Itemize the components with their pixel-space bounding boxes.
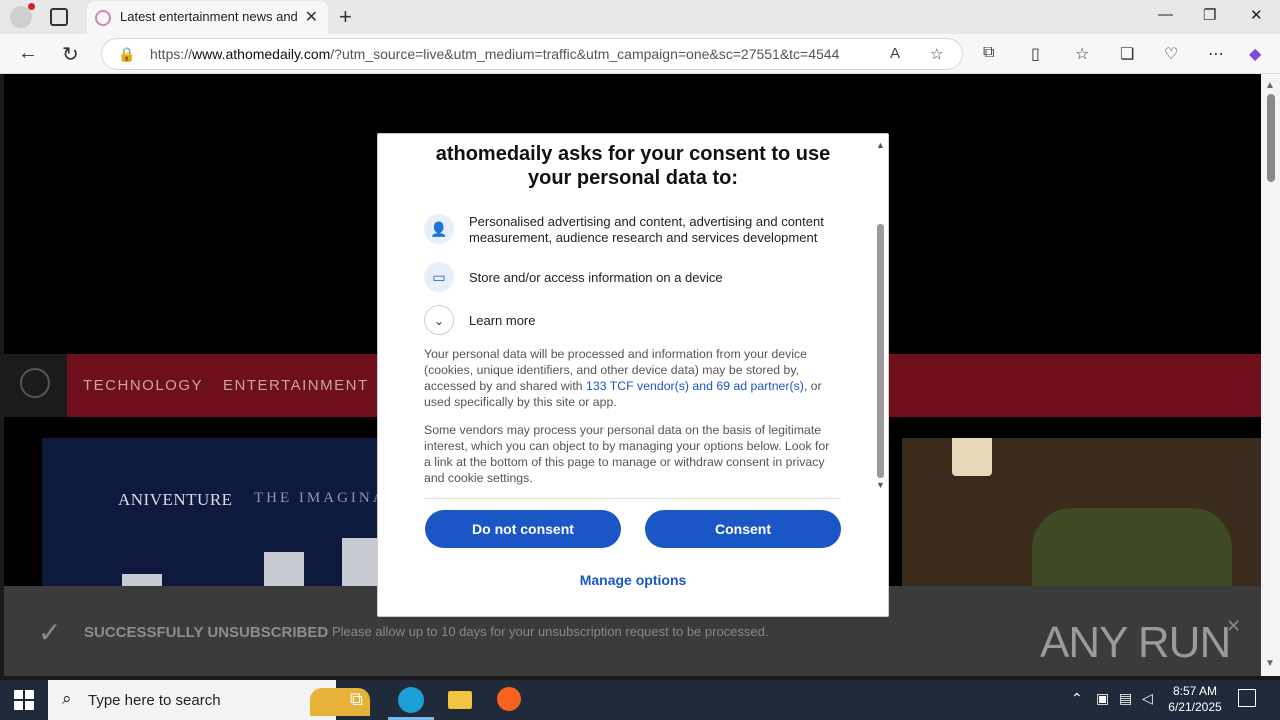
volume-icon[interactable]: ◁ (1142, 690, 1153, 707)
unsubscribe-title: SUCCESSFULLY UNSUBSCRIBED (84, 624, 329, 641)
file-explorer-icon[interactable] (448, 691, 472, 709)
split-screen-icon[interactable]: ▯ (1031, 44, 1040, 64)
dialog-scroll-thumb[interactable] (877, 224, 884, 478)
clock-date: 6/21/2025 (1168, 700, 1222, 714)
learn-more-label[interactable]: Learn more (469, 313, 839, 329)
vendors-link[interactable]: 133 TCF vendor(s) and 69 ad partner(s) (586, 379, 804, 393)
edge-app-icon[interactable] (398, 687, 424, 713)
restore-icon[interactable]: ❐ (1203, 6, 1216, 24)
dialog-scrollbar[interactable]: ▲ ▼ (875, 140, 887, 492)
person-icon: 👤 (424, 214, 454, 244)
favorite-star-icon[interactable]: ☆ (930, 45, 943, 63)
scroll-up-icon[interactable]: ▲ (1265, 80, 1275, 91)
search-placeholder: Type here to search (88, 692, 221, 709)
close-window-icon[interactable]: ✕ (1250, 6, 1263, 24)
address-bar[interactable]: 🔒 https://www.athomedaily.com/?utm_sourc… (101, 38, 963, 70)
search-icon: ⌕ (62, 689, 72, 708)
browser-essentials-icon[interactable]: ♡ (1164, 44, 1178, 64)
tray-chevron-up-icon[interactable]: ⌃ (1071, 690, 1083, 707)
consent-paragraph-1: Your personal data will be processed and… (424, 347, 822, 409)
site-favicon-icon (95, 10, 111, 26)
collections-icon[interactable]: ❏ (1120, 44, 1134, 64)
url-text[interactable]: https://www.athomedaily.com/?utm_source=… (150, 46, 839, 62)
windows-taskbar: ⌕ Type here to search ⧉ ⌃ ▣ ▤ ◁ 8:57 AM … (0, 680, 1280, 720)
firefox-icon[interactable] (497, 687, 521, 711)
hero-brand-text: ANIVENTURE (118, 490, 233, 509)
close-tab-icon[interactable]: ✕ (305, 7, 318, 27)
hero-image-right[interactable] (902, 438, 1261, 588)
chevron-down-icon[interactable]: ⌄ (424, 305, 454, 335)
settings-more-icon[interactable]: ⋯ (1208, 44, 1224, 64)
tab-actions-icon[interactable] (50, 8, 68, 26)
scroll-thumb[interactable] (1267, 94, 1275, 182)
site-logo[interactable] (4, 354, 67, 417)
learn-more-toggle[interactable]: ⌄ Learn more (424, 305, 844, 335)
consent-button[interactable]: Consent (645, 510, 841, 548)
sofa-shape (1032, 508, 1232, 588)
browser-tab[interactable]: Latest entertainment news and re ✕ (87, 1, 328, 34)
consent-title: athomedaily asks for your consent to use… (435, 143, 831, 189)
back-icon[interactable]: ← (18, 42, 38, 65)
extensions-icon[interactable]: ⧉ (983, 44, 994, 62)
windows-start-icon[interactable] (14, 690, 34, 710)
purpose-item: ▭ Store and/or access information on a d… (424, 262, 844, 292)
nav-link-entertainment[interactable]: ENTERTAINMENT (223, 377, 369, 394)
notifications-icon[interactable] (1238, 689, 1256, 707)
divider (424, 498, 841, 499)
purpose-item: 👤 Personalised advertising and content, … (424, 214, 844, 248)
copilot-icon[interactable]: ◆ (1249, 44, 1261, 64)
browser-tab-bar: Latest entertainment news and re ✕ + — ❐… (0, 0, 1280, 34)
tab-title: Latest entertainment news and re (120, 9, 298, 24)
do-not-consent-button[interactable]: Do not consent (425, 510, 621, 548)
unsubscribe-message: Please allow up to 10 days for your unsu… (332, 624, 769, 639)
favorites-icon[interactable]: ☆ (1075, 44, 1089, 64)
new-tab-icon[interactable]: + (339, 4, 352, 30)
dialog-scroll-up-icon[interactable]: ▲ (876, 140, 885, 150)
network-icon[interactable]: ▤ (1119, 690, 1132, 707)
system-clock[interactable]: 8:57 AM 6/21/2025 (1160, 683, 1230, 715)
page-scrollbar[interactable]: ▲ ▼ (1261, 74, 1280, 676)
profile-avatar-icon[interactable] (10, 3, 35, 28)
usb-device-icon[interactable]: ▣ (1096, 690, 1109, 707)
refresh-icon[interactable]: ↻ (62, 42, 79, 67)
purpose-text: Store and/or access information on a dev… (469, 270, 723, 285)
consent-dialog: athomedaily asks for your consent to use… (377, 133, 889, 617)
check-icon: ✓ (38, 617, 62, 648)
minimize-icon[interactable]: — (1158, 6, 1173, 23)
purpose-text: Personalised advertising and content, ad… (469, 214, 824, 245)
consent-paragraph-2: Some vendors may process your personal d… (424, 423, 830, 485)
taskbar-search-box[interactable]: ⌕ Type here to search (48, 680, 370, 720)
lamp-shape (952, 438, 992, 476)
device-icon: ▭ (424, 262, 454, 292)
task-view-icon[interactable]: ⧉ (350, 689, 363, 710)
read-aloud-icon[interactable]: A (890, 45, 900, 62)
hero-brand-text-2: THE IMAGINA (254, 490, 387, 506)
nav-link-technology[interactable]: TECHNOLOGY (83, 377, 203, 394)
address-toolbar: ← ↻ 🔒 https://www.athomedaily.com/?utm_s… (0, 34, 1280, 74)
manage-options-link[interactable]: Manage options (578, 572, 688, 588)
dialog-scroll-down-icon[interactable]: ▼ (876, 480, 885, 490)
clock-time: 8:57 AM (1172, 684, 1218, 698)
anyrun-watermark: ANY RUN (1040, 618, 1231, 667)
scroll-down-icon[interactable]: ▼ (1265, 658, 1275, 669)
site-info-icon[interactable]: 🔒 (118, 46, 135, 63)
